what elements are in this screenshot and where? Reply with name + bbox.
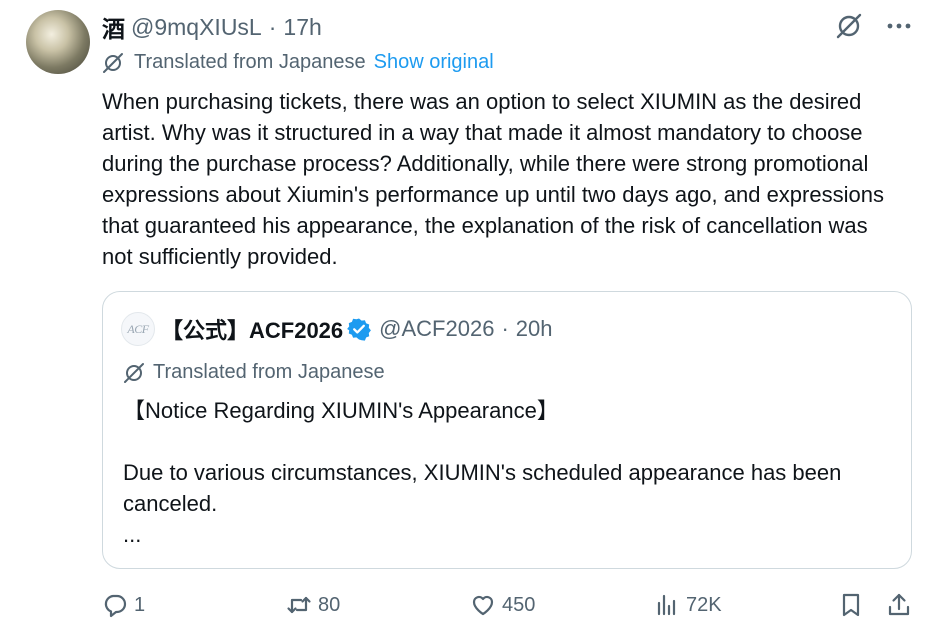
tweet-header: 酒 @9mqXIUsL · 17h	[102, 10, 322, 44]
repost-button[interactable]: 80	[286, 590, 340, 620]
action-bar: 1 80 450 72K	[102, 590, 914, 620]
header-separator: ·	[268, 13, 277, 40]
views-button[interactable]: 72K	[654, 590, 722, 620]
like-count: 450	[502, 593, 536, 616]
translation-note: Translated from Japanese Show original	[102, 51, 494, 74]
reply-count: 1	[134, 593, 146, 616]
grok-icon[interactable]	[835, 12, 863, 40]
repost-count: 80	[318, 593, 341, 616]
like-icon	[472, 595, 494, 616]
quoted-header-separator: ·	[501, 316, 509, 341]
reply-icon	[104, 594, 127, 618]
views-icon	[657, 594, 676, 616]
view-count: 72K	[686, 593, 722, 616]
repost-icon	[287, 596, 311, 614]
translate-icon	[124, 362, 144, 383]
share-icon	[888, 593, 910, 616]
quoted-translated-from-label: Translated from Japanese	[153, 361, 385, 383]
bookmark-icon	[842, 593, 860, 617]
translate-icon	[103, 52, 123, 73]
share-button[interactable]	[886, 590, 912, 620]
like-button[interactable]: 450	[470, 590, 535, 620]
quoted-tweet[interactable]: ACF 【公式】ACF2026 @ACF2026 · 20h Translate…	[102, 291, 912, 569]
bookmark-button[interactable]	[838, 590, 864, 620]
show-original-link[interactable]: Show original	[374, 51, 494, 74]
top-actions	[835, 12, 913, 40]
author-handle[interactable]: @9mqXIUsL	[131, 14, 262, 41]
quoted-tweet-text: 【Notice Regarding XIUMIN's Appearance】 D…	[123, 398, 842, 547]
reply-button[interactable]: 1	[102, 590, 145, 620]
quoted-tweet-header: 【公式】ACF2026 @ACF2026 · 20h	[161, 314, 552, 344]
quoted-author-display-name: 【公式】ACF2026	[161, 318, 344, 343]
more-icon[interactable]	[885, 12, 913, 40]
translated-from-label: Translated from Japanese	[134, 51, 366, 73]
quoted-author-avatar: ACF	[121, 312, 155, 346]
quoted-tweet-timestamp: 20h	[515, 316, 553, 341]
quoted-translation-note: Translated from Japanese	[123, 361, 385, 384]
verified-badge-icon	[347, 318, 372, 341]
quoted-author-handle: @ACF2026	[379, 316, 495, 341]
tweet-timestamp[interactable]: 17h	[283, 14, 321, 41]
author-avatar[interactable]	[26, 10, 90, 74]
author-display-name[interactable]: 酒	[102, 10, 125, 44]
tweet-text: When purchasing tickets, there was an op…	[102, 89, 884, 269]
